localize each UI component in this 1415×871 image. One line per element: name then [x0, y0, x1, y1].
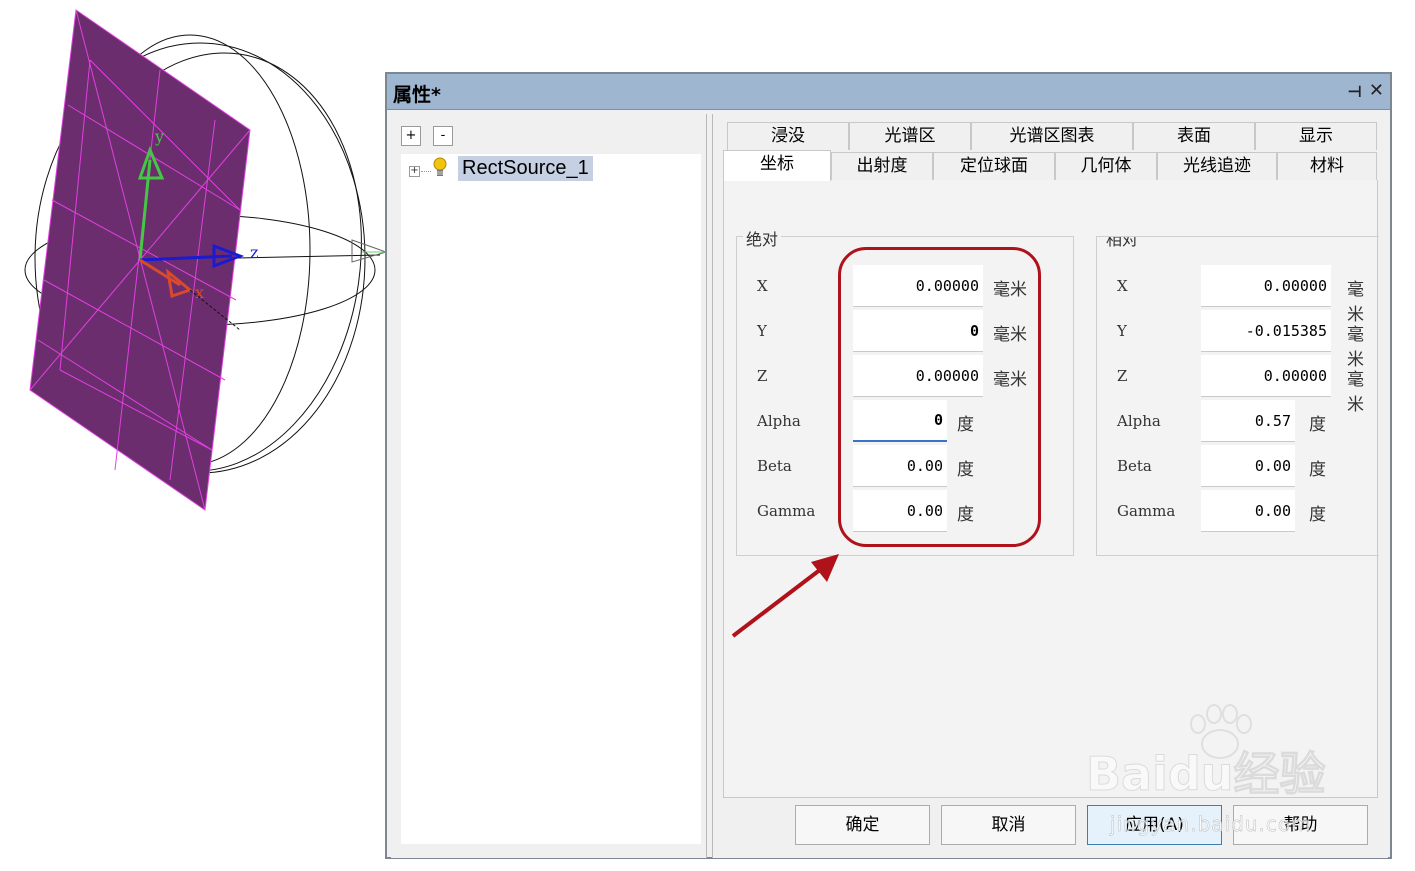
rel-z-unit: 毫米	[1347, 370, 1364, 415]
object-tree-pane: + - + RectSource_1	[391, 114, 707, 858]
abs-x-label: X	[757, 277, 768, 295]
abs-z-label: Z	[757, 367, 768, 385]
rel-alpha-unit: 度	[1309, 415, 1326, 435]
abs-z-field[interactable]	[853, 355, 983, 397]
absolute-group: 绝对 X Y Z Alpha Beta Gamma 毫米 毫米 毫米 度 度 度	[736, 226, 1074, 556]
rel-beta-field[interactable]	[1201, 445, 1295, 487]
rel-x-unit: 毫米	[1347, 280, 1364, 325]
tab-display[interactable]: 显示	[1255, 122, 1377, 150]
abs-y-label: Y	[757, 322, 767, 340]
tab-emittance[interactable]: 出射度	[831, 152, 933, 180]
rel-y-field[interactable]	[1201, 310, 1331, 352]
abs-alpha-field[interactable]	[853, 400, 947, 442]
tree-item-rectsource[interactable]: RectSource_1	[458, 156, 593, 181]
abs-beta-field[interactable]	[853, 445, 947, 487]
abs-x-unit: 毫米	[993, 280, 1027, 300]
expand-all-button[interactable]: +	[401, 126, 421, 146]
axis-y-label: y	[154, 127, 164, 146]
abs-alpha-label: Alpha	[757, 412, 801, 430]
absolute-group-title: 绝对	[743, 226, 782, 250]
rel-z-label: Z	[1117, 367, 1128, 385]
properties-pane: 浸没 光谱区 光谱区图表 表面 显示 坐标 出射度 定位球面 几何体 光线追迹 …	[712, 114, 1388, 858]
coordinates-panel: 绝对 X Y Z Alpha Beta Gamma 毫米 毫米 毫米 度 度 度	[723, 180, 1379, 798]
abs-x-field[interactable]	[853, 265, 983, 307]
pin-icon[interactable]: ⊣	[1347, 82, 1362, 101]
rel-gamma-field[interactable]	[1201, 490, 1295, 532]
abs-y-unit: 毫米	[993, 325, 1027, 345]
tree-expander-icon[interactable]: +	[409, 166, 420, 177]
abs-gamma-unit: 度	[957, 505, 974, 525]
tab-immersion[interactable]: 浸没	[727, 122, 849, 150]
relative-group: 相对 X Y Z Alpha Beta Gamma 毫米 毫米 毫米 度 度 度	[1096, 236, 1379, 556]
3d-scene: y z x	[24, 9, 388, 511]
dialog-title: 属性*	[393, 84, 441, 106]
rel-beta-label: Beta	[1117, 457, 1152, 475]
axis-z-label: z	[250, 243, 258, 262]
watermark-url: jingyan.baidu.com	[1110, 812, 1312, 837]
rel-y-label: Y	[1117, 322, 1127, 340]
close-icon[interactable]: ✕	[1369, 80, 1384, 101]
collapse-all-button[interactable]: -	[433, 126, 453, 146]
ok-button[interactable]: 确定	[795, 805, 930, 845]
tab-spectral-chart[interactable]: 光谱区图表	[971, 122, 1133, 150]
lightbulb-icon	[433, 157, 447, 184]
object-tree[interactable]: + RectSource_1	[401, 154, 701, 844]
tab-ray-trace[interactable]: 光线追迹	[1157, 152, 1277, 180]
tree-connector	[421, 171, 431, 172]
abs-beta-label: Beta	[757, 457, 792, 475]
tab-surface[interactable]: 表面	[1133, 122, 1255, 150]
abs-alpha-unit: 度	[957, 415, 974, 435]
rel-z-field[interactable]	[1201, 355, 1331, 397]
abs-y-field[interactable]	[853, 310, 983, 352]
cancel-button[interactable]: 取消	[941, 805, 1076, 845]
rel-alpha-label: Alpha	[1117, 412, 1161, 430]
axis-x-label: x	[195, 283, 204, 302]
tab-locating-sphere[interactable]: 定位球面	[933, 152, 1055, 180]
abs-gamma-label: Gamma	[757, 502, 816, 520]
abs-z-unit: 毫米	[993, 370, 1027, 390]
3d-viewport[interactable]: y z x	[0, 0, 390, 560]
rel-y-unit: 毫米	[1347, 325, 1364, 370]
rel-x-label: X	[1117, 277, 1128, 295]
rel-gamma-label: Gamma	[1117, 502, 1176, 520]
tab-geometry[interactable]: 几何体	[1055, 152, 1157, 180]
rel-gamma-unit: 度	[1309, 505, 1326, 525]
properties-dialog: 属性* ⊣ ✕ + - + RectSource_1 浸没 光谱区 光谱区图表 …	[385, 72, 1392, 859]
abs-gamma-field[interactable]	[853, 490, 947, 532]
tab-spectral-region[interactable]: 光谱区	[849, 122, 971, 150]
abs-beta-unit: 度	[957, 460, 974, 480]
tab-coordinates[interactable]: 坐标	[723, 150, 831, 181]
rel-x-field[interactable]	[1201, 265, 1331, 307]
relative-group-title: 相对	[1103, 237, 1142, 250]
rel-beta-unit: 度	[1309, 460, 1326, 480]
dialog-titlebar[interactable]: 属性* ⊣ ✕	[387, 74, 1390, 110]
tab-material[interactable]: 材料	[1277, 152, 1377, 180]
rel-alpha-field[interactable]	[1201, 400, 1295, 442]
